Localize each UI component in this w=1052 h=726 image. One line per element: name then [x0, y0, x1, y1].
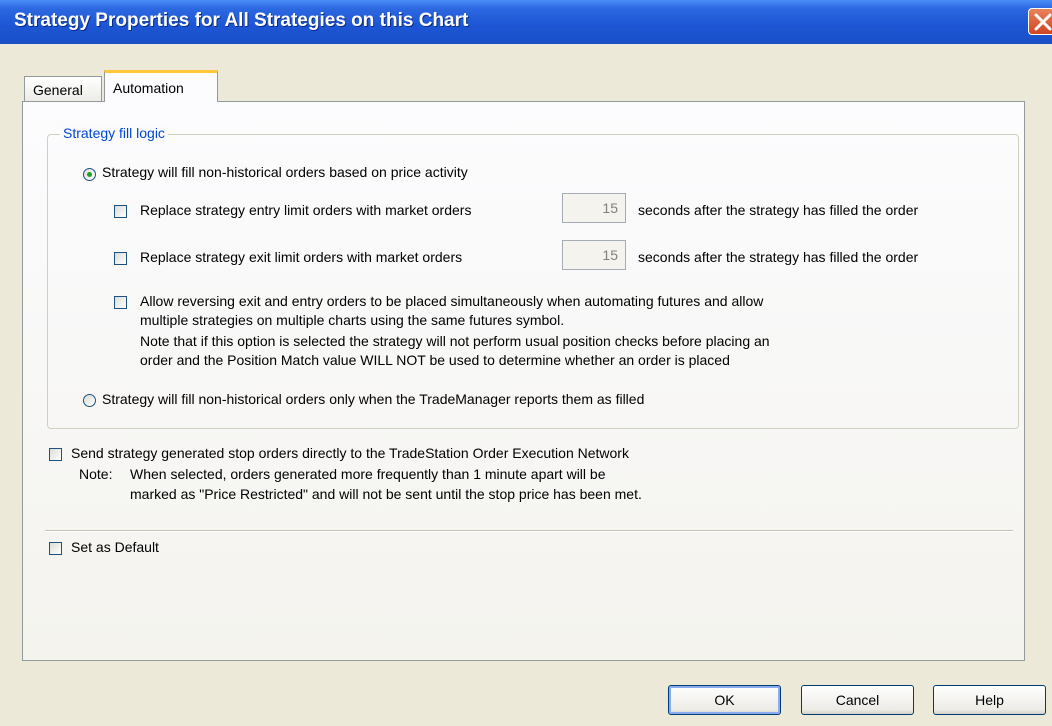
replace-exit-checkbox[interactable]	[114, 252, 127, 265]
separator	[45, 530, 1013, 532]
automation-panel: Strategy fill logic Strategy will fill n…	[22, 101, 1025, 661]
replace-exit-suffix: seconds after the strategy has filled th…	[638, 249, 919, 265]
cancel-button[interactable]: Cancel	[801, 685, 914, 715]
trademanager-label: Strategy will fill non-historical orders…	[102, 391, 645, 407]
help-button[interactable]: Help	[933, 685, 1046, 715]
set-default-checkbox[interactable]	[49, 542, 62, 555]
close-button[interactable]	[1028, 8, 1052, 35]
replace-entry-seconds-input[interactable]: 15	[562, 193, 626, 223]
set-default-label: Set as Default	[71, 539, 159, 555]
fill-logic-group: Strategy fill logic Strategy will fill n…	[47, 125, 1019, 429]
send-stop-orders-note-line1: When selected, orders generated more fre…	[130, 466, 606, 482]
radio-selected-dot	[87, 172, 92, 177]
tab-general[interactable]: General	[24, 76, 102, 102]
price-activity-label: Strategy will fill non-historical orders…	[102, 164, 468, 180]
send-stop-orders-note-line2: marked as "Price Restricted" and will no…	[130, 486, 642, 502]
fill-logic-group-label: Strategy fill logic	[60, 125, 168, 141]
tab-automation[interactable]: Automation	[104, 70, 218, 102]
close-icon	[1034, 13, 1052, 31]
allow-reversing-line4: order and the Position Match value WILL …	[140, 352, 730, 368]
allow-reversing-line3: Note that if this option is selected the…	[140, 333, 770, 349]
allow-reversing-line2: multiple strategies on multiple charts u…	[140, 312, 565, 328]
trademanager-radio[interactable]	[83, 394, 96, 407]
allow-reversing-checkbox[interactable]	[114, 296, 127, 309]
replace-entry-label: Replace strategy entry limit orders with…	[140, 202, 472, 218]
ok-button[interactable]: OK	[668, 685, 781, 715]
replace-exit-label: Replace strategy exit limit orders with …	[140, 249, 463, 265]
send-stop-orders-checkbox[interactable]	[49, 448, 62, 461]
allow-reversing-line1: Allow reversing exit and entry orders to…	[140, 293, 764, 309]
title-bar: Strategy Properties for All Strategies o…	[0, 0, 1052, 44]
replace-entry-checkbox[interactable]	[114, 205, 127, 218]
replace-entry-suffix: seconds after the strategy has filled th…	[638, 202, 919, 218]
replace-exit-seconds-input[interactable]: 15	[562, 240, 626, 270]
send-stop-orders-note-prefix: Note:	[79, 466, 113, 482]
window-title: Strategy Properties for All Strategies o…	[14, 10, 469, 31]
price-activity-radio[interactable]	[83, 168, 96, 181]
send-stop-orders-label: Send strategy generated stop orders dire…	[71, 445, 629, 461]
